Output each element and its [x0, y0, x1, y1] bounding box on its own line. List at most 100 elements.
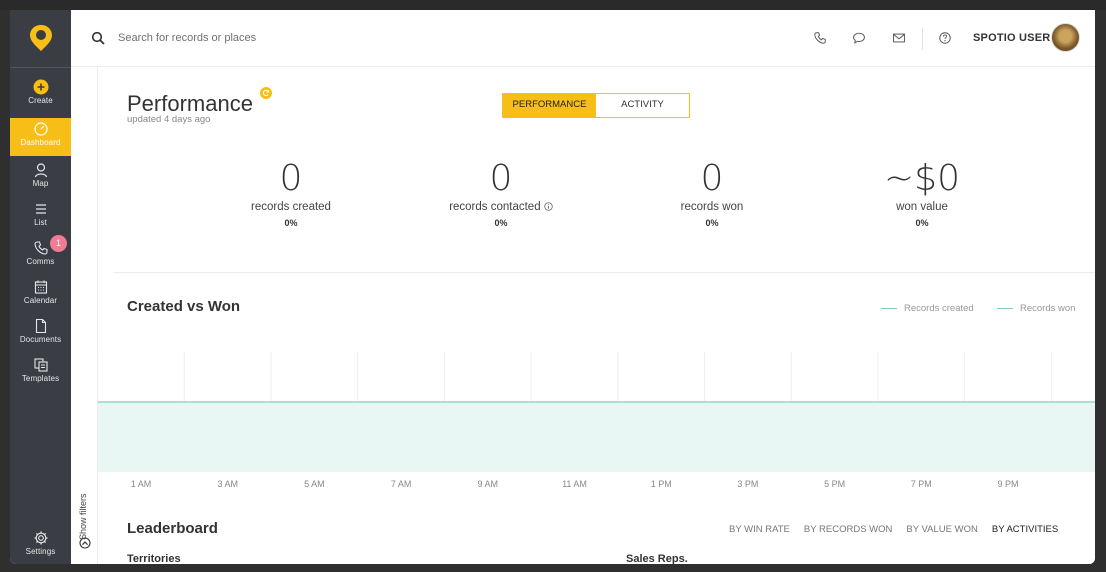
stat-value: 0: [489, 158, 513, 199]
sidebar: Create Dashboard Map List Comms 1 Calend…: [10, 10, 71, 564]
refresh-icon[interactable]: [260, 87, 272, 99]
stat-percent: 0%: [494, 218, 508, 228]
sidebar-item-comms[interactable]: Comms 1: [10, 235, 71, 275]
x-tick-label: 3 PM: [737, 479, 758, 489]
x-tick-label: 7 AM: [391, 479, 412, 489]
mail-icon[interactable]: [892, 31, 906, 45]
stat-records-won: 0 records won 0%: [622, 158, 802, 229]
stat-value: 0: [279, 158, 303, 199]
stat-label: won value: [896, 201, 948, 213]
sidebar-separator: [10, 67, 71, 68]
chevron-circle-icon: [79, 537, 91, 549]
sidebar-item-map[interactable]: Map: [10, 159, 71, 197]
legend-records-created[interactable]: Records created: [881, 303, 974, 314]
section-divider: [113, 272, 1095, 273]
legend-label: Records won: [1020, 303, 1076, 314]
comms-badge: 1: [50, 235, 67, 252]
gauge-icon: [33, 122, 48, 136]
phone-icon: [33, 241, 48, 255]
show-filters-label: Show filters: [78, 493, 88, 540]
stat-label: records created: [251, 201, 331, 213]
legend-swatch: [997, 308, 1013, 309]
sidebar-item-calendar[interactable]: Calendar: [10, 276, 71, 314]
window-top-strip: [0, 0, 1106, 10]
sidebar-item-label: List: [34, 218, 47, 227]
stat-value: 0: [700, 158, 724, 199]
x-tick-label: 1 PM: [651, 479, 672, 489]
chart-fade: [98, 403, 1095, 472]
tab-by-value-won[interactable]: BY VALUE WON: [906, 524, 977, 535]
phone-icon[interactable]: [813, 31, 827, 45]
stat-value: ~$0: [884, 158, 960, 199]
legend-records-won[interactable]: Records won: [997, 303, 1075, 314]
x-tick-label: 11 AM: [562, 479, 587, 489]
search-input[interactable]: [118, 28, 418, 48]
sidebar-item-label: Templates: [21, 374, 60, 383]
leaderboard-tabs: BY WIN RATE BY RECORDS WON BY VALUE WON …: [729, 524, 1058, 535]
tab-performance[interactable]: PERFORMANCE: [503, 94, 596, 117]
tab-by-activities[interactable]: BY ACTIVITIES: [992, 524, 1058, 535]
legend-label: Records created: [904, 303, 974, 314]
x-tick-label: 5 PM: [824, 479, 845, 489]
sidebar-item-documents[interactable]: Documents: [10, 315, 71, 353]
sidebar-item-label: Calendar: [23, 296, 58, 305]
x-tick-label: 9 AM: [478, 479, 499, 489]
chart-title: Created vs Won: [127, 298, 241, 315]
user-name[interactable]: SPOTIO USER: [973, 32, 1050, 44]
x-tick-label: 9 PM: [997, 479, 1018, 489]
tab-by-win-rate[interactable]: BY WIN RATE: [729, 524, 790, 535]
stat-label-row: records contacted: [411, 201, 591, 213]
header-divider: [922, 28, 923, 50]
stat-records-contacted: 0 records contacted 0%: [411, 159, 591, 228]
filter-rail: Show filters: [71, 67, 98, 564]
sidebar-item-settings[interactable]: Settings: [10, 527, 71, 564]
stat-won-value: ~$0 won value 0%: [832, 158, 1012, 229]
templates-icon: [33, 358, 48, 372]
info-icon[interactable]: [544, 202, 553, 211]
sidebar-item-templates[interactable]: Templates: [10, 354, 71, 392]
document-icon: [35, 318, 46, 334]
leaderboard-title: Leaderboard: [127, 520, 218, 537]
sidebar-item-dashboard[interactable]: Dashboard: [10, 118, 71, 156]
sidebar-item-label: Comms: [26, 257, 55, 266]
tab-by-records-won[interactable]: BY RECORDS WON: [804, 524, 893, 535]
list-icon: [35, 204, 46, 214]
help-icon[interactable]: [938, 31, 952, 45]
top-header: SPOTIO USER: [71, 10, 1095, 67]
app-window: Create Dashboard Map List Comms 1 Calend…: [10, 10, 1095, 564]
gear-icon: [34, 531, 47, 545]
sidebar-item-label: Create: [28, 96, 53, 105]
sales-reps-heading: Sales Reps.: [626, 553, 688, 564]
sidebar-item-create[interactable]: Create: [10, 76, 71, 114]
chat-icon[interactable]: [852, 31, 866, 45]
main-content: Performance updated 4 days ago PERFORMAN…: [98, 67, 1095, 564]
spotio-logo-icon[interactable]: [28, 24, 54, 52]
sidebar-item-label: Dashboard: [20, 138, 61, 147]
avatar[interactable]: [1051, 23, 1080, 52]
sidebar-item-list[interactable]: List: [10, 198, 71, 236]
calendar-icon: [34, 280, 47, 294]
stat-records-created: 0 records created 0%: [201, 158, 381, 229]
stat-percent: 0%: [915, 218, 929, 228]
map-person-icon: [34, 163, 47, 178]
stat-percent: 0%: [284, 218, 298, 228]
x-tick-label: 7 PM: [911, 479, 932, 489]
show-filters-toggle[interactable]: Show filters: [73, 477, 97, 549]
plus-circle-icon: [33, 79, 48, 95]
view-tabs: PERFORMANCE ACTIVITY: [502, 93, 690, 118]
sidebar-item-label: Map: [32, 179, 49, 188]
stat-label: records won: [680, 201, 744, 213]
sidebar-item-label: Documents: [19, 335, 62, 344]
territories-heading: Territories: [127, 553, 181, 564]
search-icon[interactable]: [91, 31, 105, 45]
x-tick-label: 1 AM: [131, 479, 152, 489]
x-tick-label: 3 AM: [217, 479, 238, 489]
tab-activity[interactable]: ACTIVITY: [596, 94, 689, 117]
sidebar-item-label: Settings: [25, 547, 56, 556]
created-vs-won-chart: 1 AM 3 AM 5 AM 7 AM 9 AM 11 AM 1 PM 3 PM 5 PM 7 P…: [98, 352, 1095, 489]
stat-label: records contacted: [449, 201, 541, 213]
last-updated-text: updated 4 days ago: [127, 114, 211, 125]
app-frame: Create Dashboard Map List Comms 1 Calend…: [0, 0, 1106, 572]
legend-swatch: [881, 308, 897, 309]
x-tick-label: 5 AM: [304, 479, 325, 489]
